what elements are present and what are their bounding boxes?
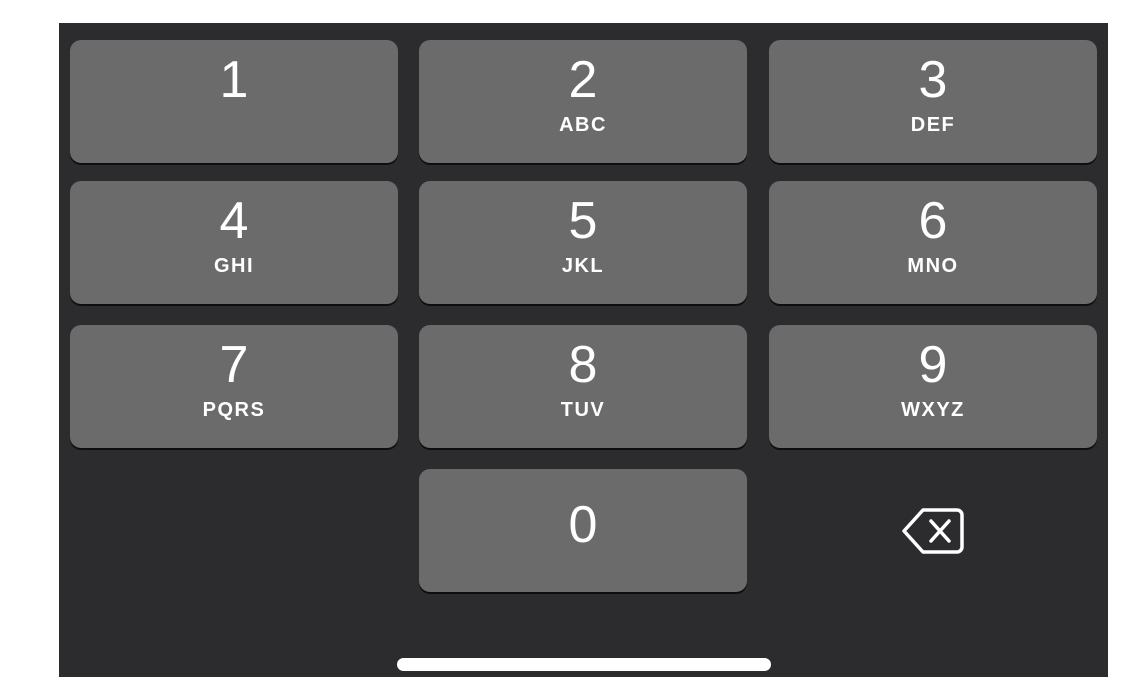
backspace-button[interactable] — [769, 469, 1097, 592]
key-5-letters: JKL — [561, 255, 605, 277]
key-2[interactable]: 2 ABC — [419, 40, 747, 163]
key-0-digit: 0 — [568, 496, 598, 554]
key-7-digit: 7 — [219, 336, 249, 394]
key-0[interactable]: 0 — [419, 469, 747, 592]
key-8[interactable]: 8 TUV — [419, 325, 747, 448]
key-1-digit: 1 — [219, 51, 249, 109]
key-5[interactable]: 5 JKL — [419, 181, 747, 304]
key-4[interactable]: 4 GHI — [70, 181, 398, 304]
key-4-digit: 4 — [219, 192, 249, 250]
key-4-letters: GHI — [213, 255, 255, 277]
key-3-digit: 3 — [918, 51, 948, 109]
key-7-letters: PQRS — [202, 399, 266, 421]
key-9[interactable]: 9 WXYZ — [769, 325, 1097, 448]
key-6-digit: 6 — [918, 192, 948, 250]
numeric-keypad: 1 2 ABC 3 DEF 4 GHI 5 JKL 6 MNO 7 PQRS 8… — [59, 23, 1108, 677]
key-1[interactable]: 1 — [70, 40, 398, 163]
key-5-digit: 5 — [568, 192, 598, 250]
key-9-letters: WXYZ — [901, 399, 965, 421]
key-3[interactable]: 3 DEF — [769, 40, 1097, 163]
key-3-letters: DEF — [910, 114, 956, 136]
key-9-digit: 9 — [918, 336, 948, 394]
key-7[interactable]: 7 PQRS — [70, 325, 398, 448]
key-6[interactable]: 6 MNO — [769, 181, 1097, 304]
key-8-digit: 8 — [568, 336, 598, 394]
key-2-digit: 2 — [568, 51, 598, 109]
backspace-icon — [902, 507, 964, 554]
key-8-letters: TUV — [560, 399, 606, 421]
key-2-letters: ABC — [559, 114, 607, 136]
home-indicator[interactable] — [397, 658, 771, 671]
key-6-letters: MNO — [907, 255, 959, 277]
